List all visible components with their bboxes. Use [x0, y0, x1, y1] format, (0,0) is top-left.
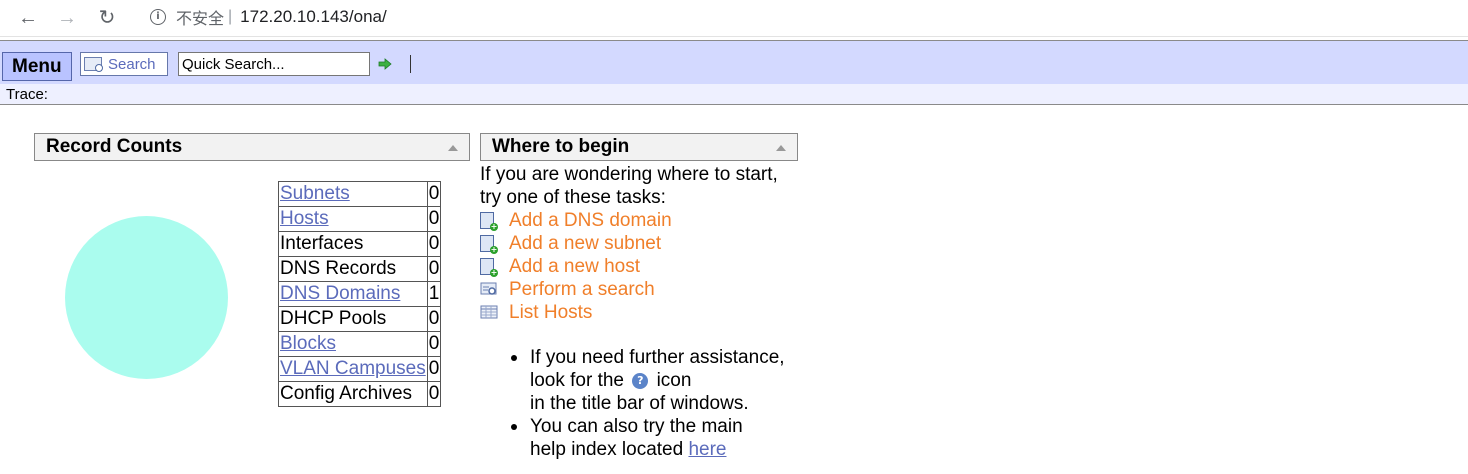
record-type-cell: Config Archives — [278, 381, 428, 407]
task-link[interactable]: Perform a search — [509, 279, 655, 301]
table-row: DNS Records 0 — [278, 256, 442, 282]
task-add-host[interactable]: + Add a new host — [480, 255, 640, 278]
where-to-begin-title-bar[interactable]: Where to begin — [480, 133, 798, 161]
help-text: You can also try the main — [530, 416, 743, 437]
browser-toolbar: ← → ↻ i 不安全 | 172.20.10.143/ona/ — [0, 0, 1468, 37]
record-type-cell[interactable]: DNS Domains — [278, 281, 428, 307]
search-button-label: Search — [108, 55, 156, 73]
security-label: 不安全 — [176, 9, 225, 28]
task-link[interactable]: List Hosts — [509, 302, 592, 324]
help-icon: ? — [632, 372, 649, 389]
where-to-begin-title: Where to begin — [492, 136, 630, 157]
record-type-link[interactable]: VLAN Campuses — [280, 358, 426, 379]
record-counts-pie-chart — [65, 216, 228, 379]
table-row: Hosts 0 — [278, 206, 442, 232]
go-arrow-icon[interactable] — [378, 57, 392, 71]
record-type-link[interactable]: DNS Domains — [280, 283, 400, 304]
task-list-hosts[interactable]: List Hosts — [480, 301, 592, 324]
record-count-cell: 0 — [426, 231, 442, 257]
record-type-cell[interactable]: Subnets — [278, 181, 428, 207]
info-icon[interactable]: i — [150, 9, 166, 25]
help-item: If you need further assistance, look for… — [511, 346, 785, 415]
record-count-cell: 0 — [426, 206, 442, 232]
record-count-cell: 0 — [426, 381, 442, 407]
table-row: Interfaces 0 — [278, 231, 442, 257]
record-type-cell: DHCP Pools — [278, 306, 428, 332]
address-bar[interactable]: i 不安全 | 172.20.10.143/ona/ — [140, 4, 387, 30]
record-count-cell: 1 — [426, 281, 442, 307]
collapse-icon[interactable] — [776, 145, 786, 151]
back-icon[interactable]: ← — [16, 6, 40, 30]
help-text: If you need further assistance, — [530, 347, 785, 368]
record-count-cell: 0 — [426, 181, 442, 207]
help-item: You can also try the main help index loc… — [511, 415, 785, 461]
task-perform-search[interactable]: Perform a search — [480, 278, 655, 301]
record-type-cell[interactable]: Blocks — [278, 331, 428, 357]
add-document-icon: + — [480, 257, 498, 277]
forward-icon[interactable]: → — [55, 6, 79, 30]
toolbar-divider — [410, 55, 411, 73]
help-text: look for the ? icon — [530, 370, 692, 391]
help-text: help index located here — [530, 439, 727, 460]
task-add-subnet[interactable]: + Add a new subnet — [480, 232, 661, 255]
record-count-cell: 0 — [426, 306, 442, 332]
record-count-cell: 0 — [426, 331, 442, 357]
help-text: in the title bar of windows. — [530, 393, 749, 414]
task-link[interactable]: Add a new host — [509, 256, 640, 278]
record-count-cell: 0 — [426, 356, 442, 382]
task-add-dns-domain[interactable]: + Add a DNS domain — [480, 209, 672, 232]
search-form-icon — [480, 281, 497, 299]
quick-search-input[interactable] — [178, 52, 370, 76]
task-link[interactable]: Add a DNS domain — [509, 210, 672, 232]
help-list: If you need further assistance, look for… — [511, 346, 785, 461]
record-type-link[interactable]: Hosts — [280, 208, 329, 229]
task-link[interactable]: Add a new subnet — [509, 233, 661, 255]
reload-icon[interactable]: ↻ — [95, 6, 119, 30]
table-row: DNS Domains 1 — [278, 281, 442, 307]
intro-line: try one of these tasks: — [480, 187, 666, 208]
add-document-icon: + — [480, 234, 498, 254]
record-counts-title: Record Counts — [46, 136, 183, 157]
record-type-cell: DNS Records — [278, 256, 428, 282]
record-type-cell[interactable]: VLAN Campuses — [278, 356, 428, 382]
table-row: Subnets 0 — [278, 181, 442, 207]
url-text[interactable]: 172.20.10.143/ona/ — [240, 7, 387, 27]
table-row: DHCP Pools 0 — [278, 306, 442, 332]
list-grid-icon — [480, 304, 498, 322]
intro-line: If you are wondering where to start, — [480, 164, 778, 185]
record-type-cell[interactable]: Hosts — [278, 206, 428, 232]
record-count-cell: 0 — [426, 256, 442, 282]
record-type-link[interactable]: Subnets — [280, 183, 350, 204]
menu-button[interactable]: Menu — [2, 52, 72, 81]
search-button[interactable]: Search — [80, 52, 168, 76]
add-document-icon: + — [480, 211, 498, 231]
table-row: Blocks 0 — [278, 331, 442, 357]
app-toolbar: Menu Search — [0, 40, 1468, 86]
collapse-icon[interactable] — [448, 145, 458, 151]
url-separator: | — [228, 8, 233, 25]
record-type-cell: Interfaces — [278, 231, 428, 257]
where-to-begin-intro: If you are wondering where to start, try… — [480, 163, 778, 209]
record-counts-title-bar[interactable]: Record Counts — [34, 133, 470, 161]
table-row: Config Archives 0 — [278, 381, 442, 407]
table-row: VLAN Campuses 0 — [278, 356, 442, 382]
trace-bar: Trace: — [0, 84, 1468, 105]
search-form-icon — [84, 57, 103, 72]
help-index-link[interactable]: here — [688, 439, 726, 460]
record-counts-table: Subnets 0 Hosts 0 Interfaces 0 DNS Records 0 DNS… — [278, 181, 442, 407]
record-type-link[interactable]: Blocks — [280, 333, 336, 354]
